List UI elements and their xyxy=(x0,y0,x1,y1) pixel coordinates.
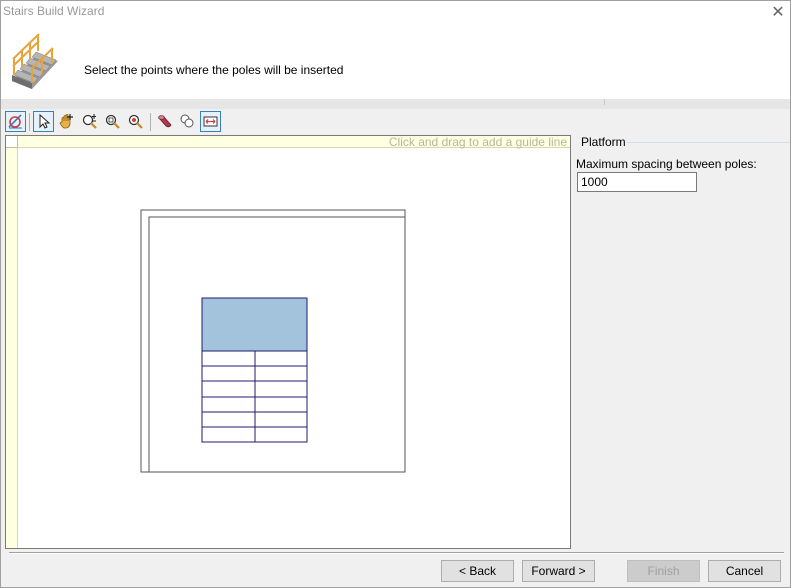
forward-button[interactable]: Forward > xyxy=(522,560,595,582)
window-title: Stairs Build Wizard xyxy=(3,4,105,18)
title-bar: Stairs Build Wizard ✕ xyxy=(1,1,790,23)
remove-pole-icon[interactable] xyxy=(177,111,198,132)
drawing-canvas[interactable]: Click and drag to add a guide line xyxy=(5,135,571,549)
group-border xyxy=(620,142,790,143)
horizontal-guide-ruler[interactable]: Click and drag to add a guide line xyxy=(6,135,570,149)
toolbar-separator xyxy=(29,113,30,131)
header-divider-tick xyxy=(604,99,605,105)
platform-panel: Platform Maximum spacing between poles: xyxy=(572,135,790,549)
wizard-header: Select the points where the poles will b… xyxy=(1,23,790,99)
stair-steps xyxy=(201,350,308,443)
platform-group-label: Platform xyxy=(580,135,627,149)
footer-divider-highlight xyxy=(9,553,784,554)
zoom-in-out-icon[interactable] xyxy=(79,111,100,132)
guide-line-hint: Click and drag to add a guide line xyxy=(388,135,567,149)
stairs-icon xyxy=(12,33,58,89)
ruler-corner xyxy=(6,136,18,148)
instruction-text: Select the points where the poles will b… xyxy=(84,63,344,77)
vertical-guide-ruler[interactable] xyxy=(6,136,18,548)
zoom-window-icon[interactable] xyxy=(102,111,123,132)
spacing-label: Maximum spacing between poles: xyxy=(576,157,757,171)
wizard-window: Stairs Build Wizard ✕ Select the points … xyxy=(0,0,791,588)
zoom-extents-icon[interactable] xyxy=(125,111,146,132)
finish-button[interactable]: Finish xyxy=(627,560,700,582)
toolbar xyxy=(1,109,790,135)
stair-layout-drawing xyxy=(140,209,406,473)
header-divider xyxy=(1,99,790,109)
close-icon[interactable]: ✕ xyxy=(767,1,789,23)
max-spacing-field[interactable] xyxy=(577,172,697,192)
guide-line-icon[interactable] xyxy=(5,111,26,132)
pointer-icon[interactable] xyxy=(33,111,54,132)
add-pole-icon[interactable] xyxy=(154,111,175,132)
toolbar-separator xyxy=(150,113,151,131)
landing-area xyxy=(201,297,308,352)
back-button[interactable]: < Back xyxy=(441,560,514,582)
fit-icon[interactable] xyxy=(200,111,221,132)
pan-hand-icon[interactable] xyxy=(56,111,77,132)
cancel-button[interactable]: Cancel xyxy=(708,560,781,582)
